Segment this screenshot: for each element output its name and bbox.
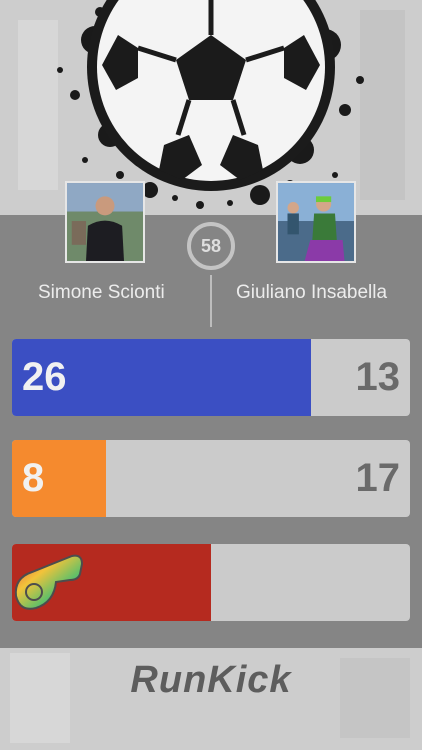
player-left-avatar[interactable] [65, 181, 145, 263]
stat-right-value: 17 [355, 456, 401, 500]
stat-left-value: 8 [22, 456, 45, 500]
player-right-name: Giuliano Insabella [236, 282, 388, 303]
match-timer: 58 [200, 236, 222, 256]
app-logo: RunKick [130, 659, 292, 701]
stat-right-value: 13 [355, 355, 401, 399]
player-left-name: Simone Scionti [38, 282, 165, 303]
stat-bar-2: 8 17 [12, 440, 410, 517]
stat-bar-1: 26 13 [12, 339, 410, 416]
player-right-avatar[interactable] [276, 181, 356, 263]
soccer-ball-icon [87, 0, 335, 191]
divider-line [210, 275, 212, 327]
player-photo-icon [278, 183, 354, 261]
header-artwork [0, 0, 422, 215]
player-photo-icon [67, 183, 143, 261]
whistle-icon [14, 554, 84, 610]
stat-left-value: 26 [22, 355, 67, 399]
